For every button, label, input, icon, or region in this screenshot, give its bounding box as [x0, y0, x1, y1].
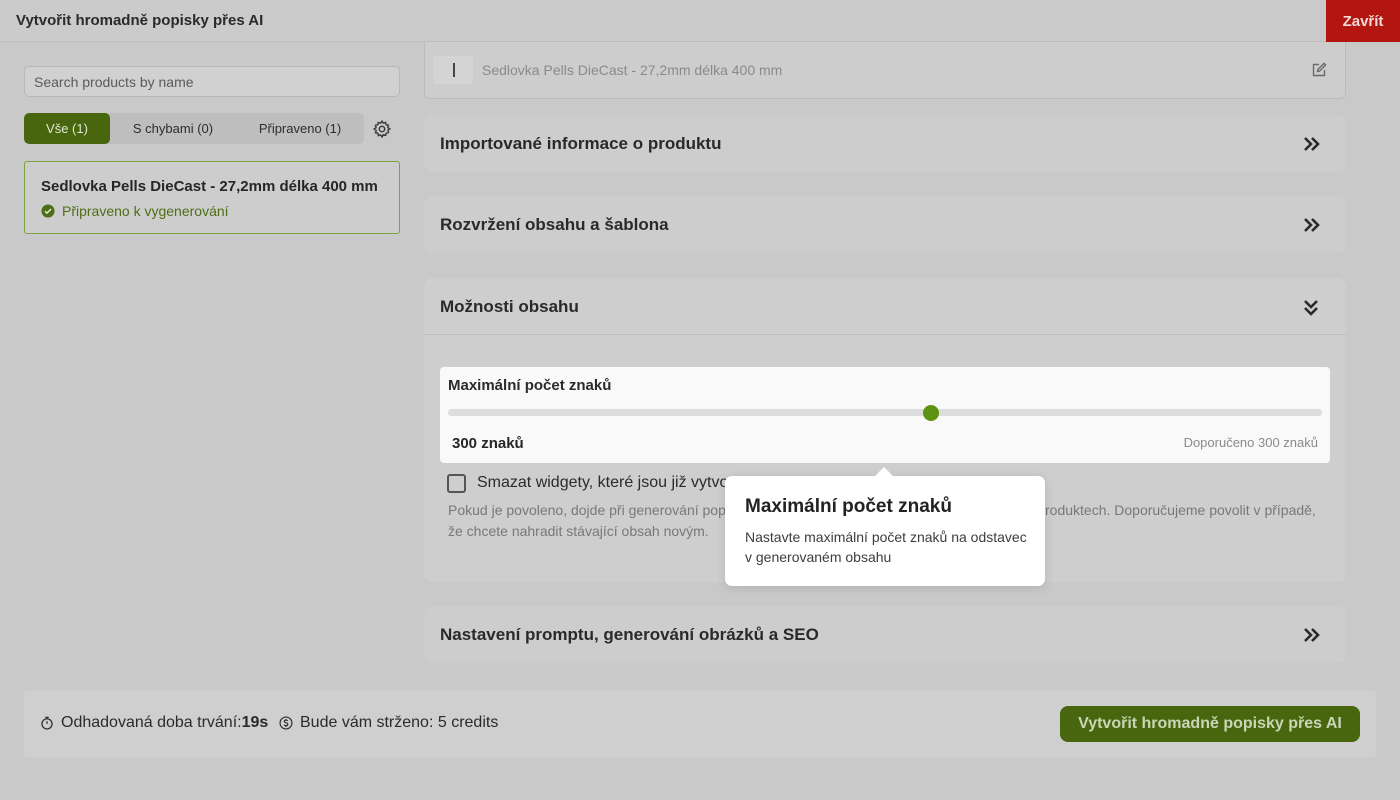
create-descriptions-button[interactable]: Vytvořit hromadně popisky přes AI: [1060, 706, 1360, 742]
delete-widgets-label: Smazat widgety, které jsou již vytvořené: [477, 474, 727, 491]
max-chars-value: 300 znaků: [452, 435, 524, 452]
tooltip: Maximální počet znaků Nastavte maximální…: [725, 467, 1045, 586]
delete-widgets-help: Pokud je povoleno, dojde při generování …: [448, 502, 726, 518]
product-thumbnail: [433, 56, 473, 84]
selected-product-name: Sedlovka Pells DieCast - 27,2mm délka 40…: [482, 62, 783, 78]
section-title: Možnosti obsahu: [440, 297, 579, 316]
section-title: Nastavení promptu, generování obrázků a …: [440, 625, 819, 644]
gear-icon[interactable]: [372, 119, 392, 139]
modal-title: Vytvořit hromadně popisky přes AI: [16, 12, 264, 29]
edit-icon[interactable]: [1311, 62, 1327, 78]
double-chevron-down-icon: [1304, 300, 1318, 316]
product-status-text: Připraveno k vygenerování: [62, 203, 229, 219]
tooltip-body: Nastavte maximální počet znaků na odstav…: [745, 529, 1027, 565]
check-circle-icon: [41, 204, 55, 218]
credits-info: Bude vám strženo: 5 credits: [279, 714, 498, 732]
section-header[interactable]: Možnosti obsahu: [424, 278, 1346, 335]
product-status: Připraveno k vygenerování: [41, 203, 229, 219]
double-chevron-right-icon: [1304, 137, 1320, 151]
coin-icon: [279, 716, 293, 730]
max-chars-setting: Maximální počet znaků 300 znaků Doporuče…: [440, 367, 1330, 463]
product-list-item[interactable]: Sedlovka Pells DieCast - 27,2mm délka 40…: [24, 161, 400, 234]
max-chars-slider-track[interactable]: [448, 409, 1322, 416]
tooltip-title: Maximální počet znaků: [745, 496, 952, 517]
close-button[interactable]: Zavřít: [1326, 0, 1400, 42]
max-chars-label: Maximální počet znaků: [448, 377, 612, 394]
top-bar: Vytvořit hromadně popisky přes AI Zavřít: [0, 0, 1400, 42]
stopwatch-icon: [41, 716, 53, 730]
tab-errors[interactable]: S chybami (0): [110, 113, 236, 144]
product-name: Sedlovka Pells DieCast - 27,2mm délka 40…: [41, 178, 378, 195]
credits-text: Bude vám strženo: 5 credits: [300, 714, 499, 731]
double-chevron-right-icon: [1304, 218, 1320, 232]
footer-bar: Odhadovaná doba trvání:19s Bude vám strž…: [24, 690, 1376, 758]
max-chars-slider-thumb[interactable]: [923, 405, 940, 421]
tab-ready[interactable]: Připraveno (1): [236, 113, 364, 144]
delete-widgets-checkbox[interactable]: [447, 474, 466, 493]
duration-label: Odhadovaná doba trvání:: [61, 714, 242, 731]
tab-all[interactable]: Vše (1): [24, 113, 110, 144]
section-prompt-images-seo[interactable]: Nastavení promptu, generování obrázků a …: [424, 606, 1346, 663]
section-layout-template[interactable]: Rozvržení obsahu a šablona: [424, 196, 1346, 253]
search-input[interactable]: [24, 66, 400, 97]
selected-product-card: Sedlovka Pells DieCast - 27,2mm délka 40…: [424, 42, 1346, 99]
section-title: Importované informace o produktu: [440, 134, 722, 153]
delete-widgets-help-continued: roduktech. Doporučujeme povolit v případ…: [1045, 502, 1316, 518]
duration-info: Odhadovaná doba trvání:19s: [40, 714, 268, 732]
section-title: Rozvržení obsahu a šablona: [440, 215, 669, 234]
section-imported-info[interactable]: Importované informace o produktu: [424, 115, 1346, 172]
max-chars-recommended: Doporučeno 300 znaků: [1183, 435, 1318, 450]
duration-value: 19s: [241, 714, 269, 731]
delete-widgets-help-line2: že chcete nahradit stávající obsah novým…: [448, 523, 709, 539]
double-chevron-right-icon: [1304, 628, 1320, 642]
filter-tabs: Vše (1) S chybami (0) Připraveno (1): [24, 113, 364, 144]
